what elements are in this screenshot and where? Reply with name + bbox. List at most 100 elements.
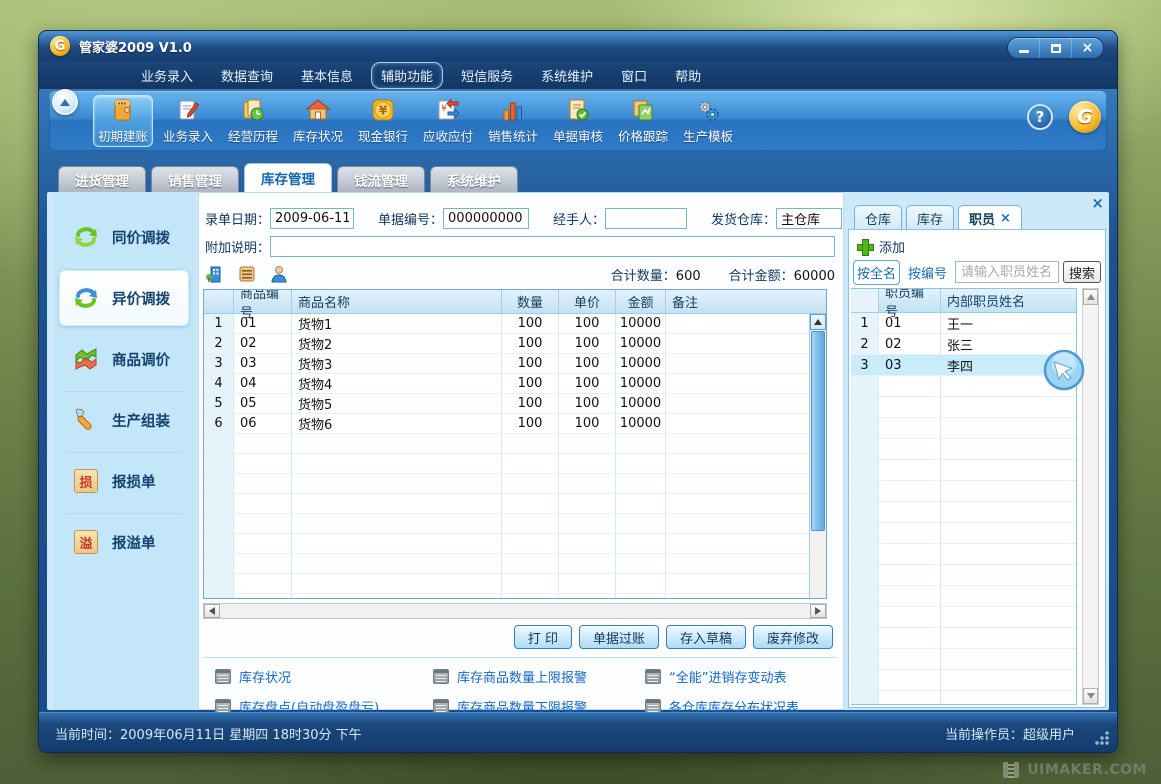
scroll-down-button[interactable]	[810, 598, 826, 599]
menu-item-business-entry[interactable]: 业务录入	[131, 62, 203, 89]
link-upper-limit-alert[interactable]: 库存商品数量上限报警	[433, 667, 645, 686]
tool-production-template[interactable]: 生产模板	[678, 95, 738, 147]
table-row-empty[interactable]	[204, 554, 809, 574]
table-row-empty[interactable]	[204, 434, 809, 454]
title-bar[interactable]: G 管家婆2009 V1.0 ×	[39, 31, 1117, 61]
col-header-staff-code[interactable]: 职员编号	[879, 289, 941, 312]
picker-tab-staff[interactable]: 职员×	[958, 205, 1022, 230]
col-header-item-name[interactable]: 商品名称	[292, 290, 502, 313]
table-row[interactable]: 101货物110010010000	[204, 314, 809, 334]
filter-by-name[interactable]: 按全名	[853, 260, 900, 285]
tool-cash-bank[interactable]: ¥ 现金银行	[353, 95, 413, 147]
tool-receivable-payable[interactable]: ¥ 应收应付	[418, 95, 478, 147]
col-header-staff-name[interactable]: 内部职员姓名	[941, 289, 1076, 312]
staff-row-empty[interactable]	[851, 460, 1076, 481]
items-table-hscrollbar[interactable]	[203, 603, 827, 619]
table-row[interactable]: 505货物510010010000	[204, 394, 809, 414]
tool-business-entry[interactable]: 业务录入	[158, 95, 218, 147]
col-header-item-code[interactable]: 商品编号	[234, 290, 292, 313]
extra-note-input[interactable]	[270, 236, 835, 257]
warehouse-input[interactable]	[776, 208, 842, 229]
tab-close-icon[interactable]: ×	[1000, 211, 1011, 226]
menu-item-data-query[interactable]: 数据查询	[211, 62, 283, 89]
staff-row-selected[interactable]: 303李四	[851, 355, 1076, 376]
staff-row-empty[interactable]	[851, 607, 1076, 628]
col-header-amount[interactable]: 金额	[616, 290, 666, 313]
maximize-button[interactable]	[1039, 38, 1071, 58]
sidebar-item-same-price-transfer[interactable]: 同价调拨	[59, 209, 189, 265]
sidebar-item-production-assembly[interactable]: 生产组装	[59, 392, 189, 448]
sidebar-item-surplus-note[interactable]: 溢 报溢单	[59, 514, 189, 570]
table-row[interactable]: 404货物410010010000	[204, 374, 809, 394]
handler-input[interactable]	[605, 208, 687, 229]
goods-picker-icon[interactable]	[237, 264, 257, 284]
staff-row-empty[interactable]	[851, 586, 1076, 607]
staff-row-empty[interactable]	[851, 418, 1076, 439]
table-row-empty[interactable]	[204, 494, 809, 514]
table-row[interactable]: 202货物210010010000	[204, 334, 809, 354]
sidebar-item-goods-reprice[interactable]: 商品调价	[59, 331, 189, 387]
table-row-empty[interactable]	[204, 534, 809, 554]
table-row-empty[interactable]	[204, 594, 809, 599]
date-input[interactable]	[270, 208, 354, 229]
col-header-qty[interactable]: 数量	[502, 290, 559, 313]
staff-row-empty[interactable]	[851, 502, 1076, 523]
staff-row-empty[interactable]	[851, 670, 1076, 691]
menu-item-system-maintenance[interactable]: 系统维护	[531, 62, 603, 89]
staff-row-empty[interactable]	[851, 649, 1076, 670]
sidebar-item-loss-note[interactable]: 损 报损单	[59, 453, 189, 509]
tab-purchase-management[interactable]: 进货管理	[58, 166, 146, 192]
search-button[interactable]: 搜索	[1063, 261, 1101, 283]
print-button[interactable]: 打 印	[514, 625, 572, 649]
staff-row[interactable]: 202张三	[851, 334, 1076, 355]
tab-sales-management[interactable]: 销售管理	[151, 166, 239, 192]
panel-close-icon[interactable]: ×	[1091, 194, 1104, 212]
staff-row-empty[interactable]	[851, 481, 1076, 502]
post-voucher-button[interactable]: 单据过账	[579, 625, 659, 649]
help-icon[interactable]: ?	[1027, 104, 1053, 130]
link-inventory-status[interactable]: 库存状况	[215, 667, 433, 686]
staff-row-empty[interactable]	[851, 544, 1076, 565]
menu-item-sms-service[interactable]: 短信服务	[451, 62, 523, 89]
table-row-empty[interactable]	[204, 574, 809, 594]
col-header-price[interactable]: 单价	[559, 290, 616, 313]
scroll-right-button[interactable]	[810, 604, 826, 618]
table-row[interactable]: 606货物610010010000	[204, 414, 809, 434]
staff-row-empty[interactable]	[851, 397, 1076, 418]
add-staff-button[interactable]: 添加	[857, 236, 905, 256]
staff-row-empty[interactable]	[851, 523, 1076, 544]
scroll-up-button[interactable]	[1083, 289, 1098, 305]
table-row-empty[interactable]	[204, 514, 809, 534]
col-header-note[interactable]: 备注	[666, 290, 826, 313]
table-row-empty[interactable]	[204, 454, 809, 474]
menu-item-window[interactable]: 窗口	[611, 62, 657, 89]
staff-picker-icon[interactable]	[269, 264, 289, 284]
discard-changes-button[interactable]: 废弃修改	[753, 625, 833, 649]
toolbar-collapse-button[interactable]	[52, 89, 78, 115]
menu-item-basic-info[interactable]: 基本信息	[291, 62, 363, 89]
staff-row[interactable]: 101王一	[851, 313, 1076, 334]
staff-row-empty[interactable]	[851, 565, 1076, 586]
table-row-empty[interactable]	[204, 474, 809, 494]
tool-history[interactable]: 经营历程	[223, 95, 283, 147]
tab-inventory-management[interactable]: 库存管理	[244, 163, 332, 192]
menu-item-help[interactable]: 帮助	[665, 62, 711, 89]
minimize-button[interactable]	[1008, 38, 1039, 58]
voucher-number-input[interactable]	[443, 208, 529, 229]
tool-sales-stats[interactable]: 销售统计	[483, 95, 543, 147]
scroll-down-button[interactable]	[1083, 688, 1098, 704]
warehouse-picker-icon[interactable]	[205, 264, 225, 284]
tool-initial-ledger[interactable]: 初期建账	[93, 95, 153, 147]
staff-row-empty[interactable]	[851, 691, 1076, 705]
sidebar-item-diff-price-transfer[interactable]: 异价调拨	[59, 270, 189, 326]
tab-cashflow-management[interactable]: 钱流管理	[337, 166, 425, 192]
tool-inventory-status[interactable]: 库存状况	[288, 95, 348, 147]
close-button[interactable]: ×	[1071, 38, 1103, 58]
picker-tab-warehouse[interactable]: 仓库	[854, 205, 902, 230]
link-omni-flow-report[interactable]: “全能”进销存变动表	[645, 667, 837, 686]
filter-by-code[interactable]: 按编号	[904, 260, 951, 285]
scroll-left-button[interactable]	[204, 604, 220, 618]
staff-row-empty[interactable]	[851, 376, 1076, 397]
scroll-thumb[interactable]	[811, 331, 825, 531]
staff-table-vscrollbar[interactable]	[1082, 288, 1099, 705]
